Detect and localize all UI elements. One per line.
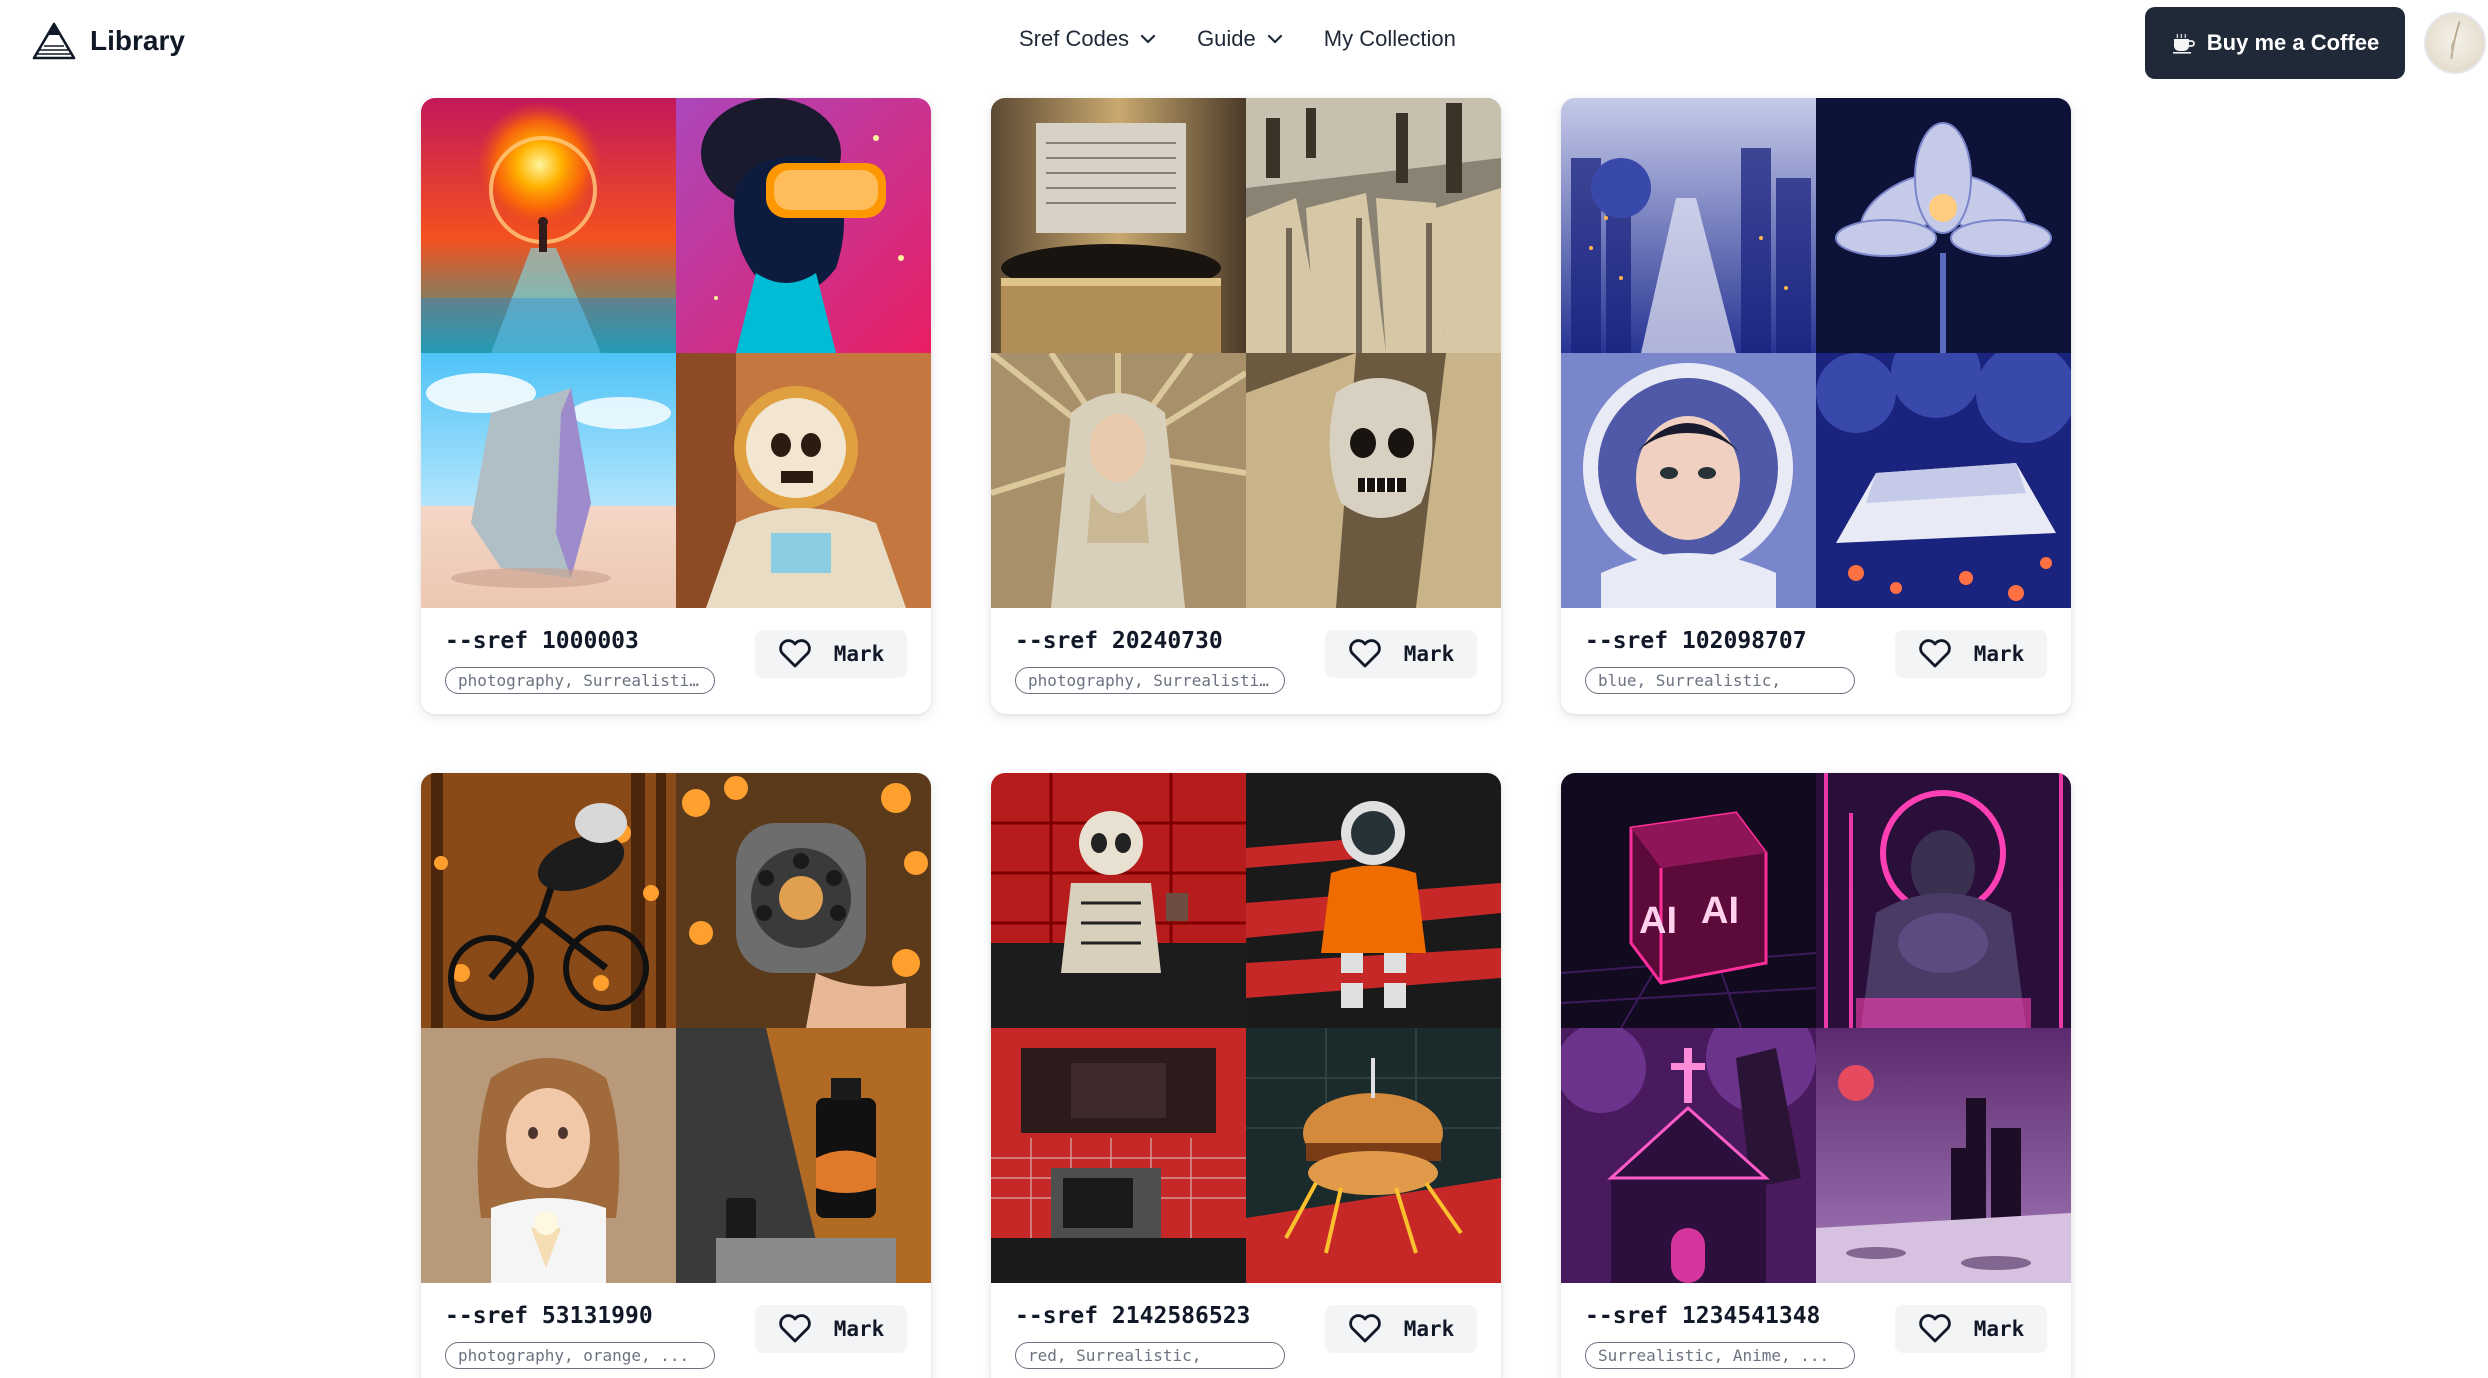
tags-badge: photography, Surrealistic, [1015,667,1285,694]
mark-button[interactable]: Mark [755,630,907,678]
preview-image [1246,98,1501,353]
mark-label: Mark [1973,1317,2025,1341]
preview-image [676,353,931,608]
mark-label: Mark [833,642,885,666]
preview-image [991,1028,1246,1283]
preview-image: AI AI [1561,773,1816,1028]
mark-label: Mark [1403,642,1455,666]
mountain-triangle-icon [32,22,76,60]
mark-label: Mark [1403,1317,1455,1341]
preview-image [1561,353,1816,608]
preview-image-grid[interactable] [421,98,931,608]
preview-image-grid[interactable]: AI AI [1561,773,2071,1283]
nav-my-collection-label: My Collection [1323,26,1456,51]
preview-image [1816,98,2071,353]
card-footer: --sref 53131990 photography, orange, ...… [421,1283,931,1378]
mark-button[interactable]: Mark [1325,630,1477,678]
preview-image [676,98,931,353]
buy-me-a-coffee-button[interactable]: Buy me a Coffee [2145,7,2405,79]
card-footer: --sref 2142586523 red, Surrealistic, Mar… [991,1283,1501,1378]
tags-badge: photography, Surrealistic, [445,667,715,694]
nav-my-collection[interactable]: My Collection [1324,26,1456,52]
preview-image-grid[interactable] [991,98,1501,608]
svg-text:AI: AI [1639,900,1677,942]
nav-guide[interactable]: Guide [1197,26,1284,52]
heart-icon [1918,639,1951,668]
user-avatar[interactable] [2424,12,2486,74]
mark-button[interactable]: Mark [1895,630,2047,678]
preview-image [1246,353,1501,608]
preview-image [676,1028,931,1283]
preview-image [421,353,676,608]
mark-button[interactable]: Mark [1895,1305,2047,1353]
coffee-button-label: Buy me a Coffee [2206,30,2380,55]
preview-image [421,1028,676,1283]
preview-image [991,98,1246,353]
card-footer: --sref 102098707 blue, Surrealistic, Mar… [1561,608,2071,714]
sref-code[interactable]: --sref 102098707 [1585,628,1807,654]
preview-image [1246,773,1501,1028]
preview-image-grid[interactable] [1561,98,2071,608]
sref-card: --sref 53131990 photography, orange, ...… [421,773,931,1378]
chevron-down-icon [1140,34,1156,44]
heart-icon [778,639,811,668]
heart-icon [1918,1314,1951,1343]
preview-image [991,353,1246,608]
tags-badge: red, Surrealistic, [1015,1342,1285,1369]
preview-image [991,773,1246,1028]
mark-button[interactable]: Mark [755,1305,907,1353]
mark-label: Mark [833,1317,885,1341]
sref-card: AI AI --sref 1234541348 Surrealistic, An… [1561,773,2071,1378]
sref-code[interactable]: --sref 1234541348 [1585,1303,1820,1329]
preview-image-grid[interactable] [991,773,1501,1283]
nav-guide-label: Guide [1197,26,1256,51]
sref-card: --sref 102098707 blue, Surrealistic, Mar… [1561,98,2071,714]
card-footer: --sref 1234541348 Surrealistic, Anime, .… [1561,1283,2071,1378]
mark-button[interactable]: Mark [1325,1305,1477,1353]
preview-image [1246,1028,1501,1283]
preview-image [1816,1028,2071,1283]
logo-text: Library [90,25,185,56]
card-footer: --sref 20240730 photography, Surrealisti… [991,608,1501,714]
chevron-down-icon [1267,34,1282,44]
sref-card: --sref 20240730 photography, Surrealisti… [991,98,1501,714]
nav-sref-codes[interactable]: Sref Codes [1019,26,1157,52]
preview-image [421,98,676,353]
sref-code[interactable]: --sref 2142586523 [1015,1303,1250,1329]
preview-image [676,773,931,1028]
preview-image [1816,353,2071,608]
mark-label: Mark [1973,642,2025,666]
svg-text:AI: AI [1701,890,1739,932]
heart-icon [778,1314,811,1343]
heart-icon [1348,1314,1381,1343]
main-nav: Sref Codes Guide My Collection [1019,26,1456,52]
preview-image [421,773,676,1028]
avatar-image [2450,21,2461,60]
preview-image [1561,1028,1816,1283]
sref-card: --sref 2142586523 red, Surrealistic, Mar… [991,773,1501,1378]
card-footer: --sref 1000003 photography, Surrealistic… [421,608,931,714]
preview-image [1561,98,1816,353]
nav-sref-codes-label: Sref Codes [1019,26,1130,51]
preview-image-grid[interactable] [421,773,931,1283]
sref-card: --sref 1000003 photography, Surrealistic… [421,98,931,714]
coffee-cup-icon [2172,33,2195,54]
tags-badge: Surrealistic, Anime, ... [1585,1342,1855,1369]
heart-icon [1348,639,1381,668]
sref-code[interactable]: --sref 1000003 [445,628,639,654]
tags-badge: photography, orange, ... [445,1342,715,1369]
logo-link[interactable]: Library [32,22,185,60]
preview-image [1816,773,2071,1028]
tags-badge: blue, Surrealistic, [1585,667,1855,694]
sref-code[interactable]: --sref 53131990 [445,1303,653,1329]
sref-code[interactable]: --sref 20240730 [1015,628,1223,654]
top-nav-bar: Library Sref Codes Guide My Collection B… [0,0,2488,86]
